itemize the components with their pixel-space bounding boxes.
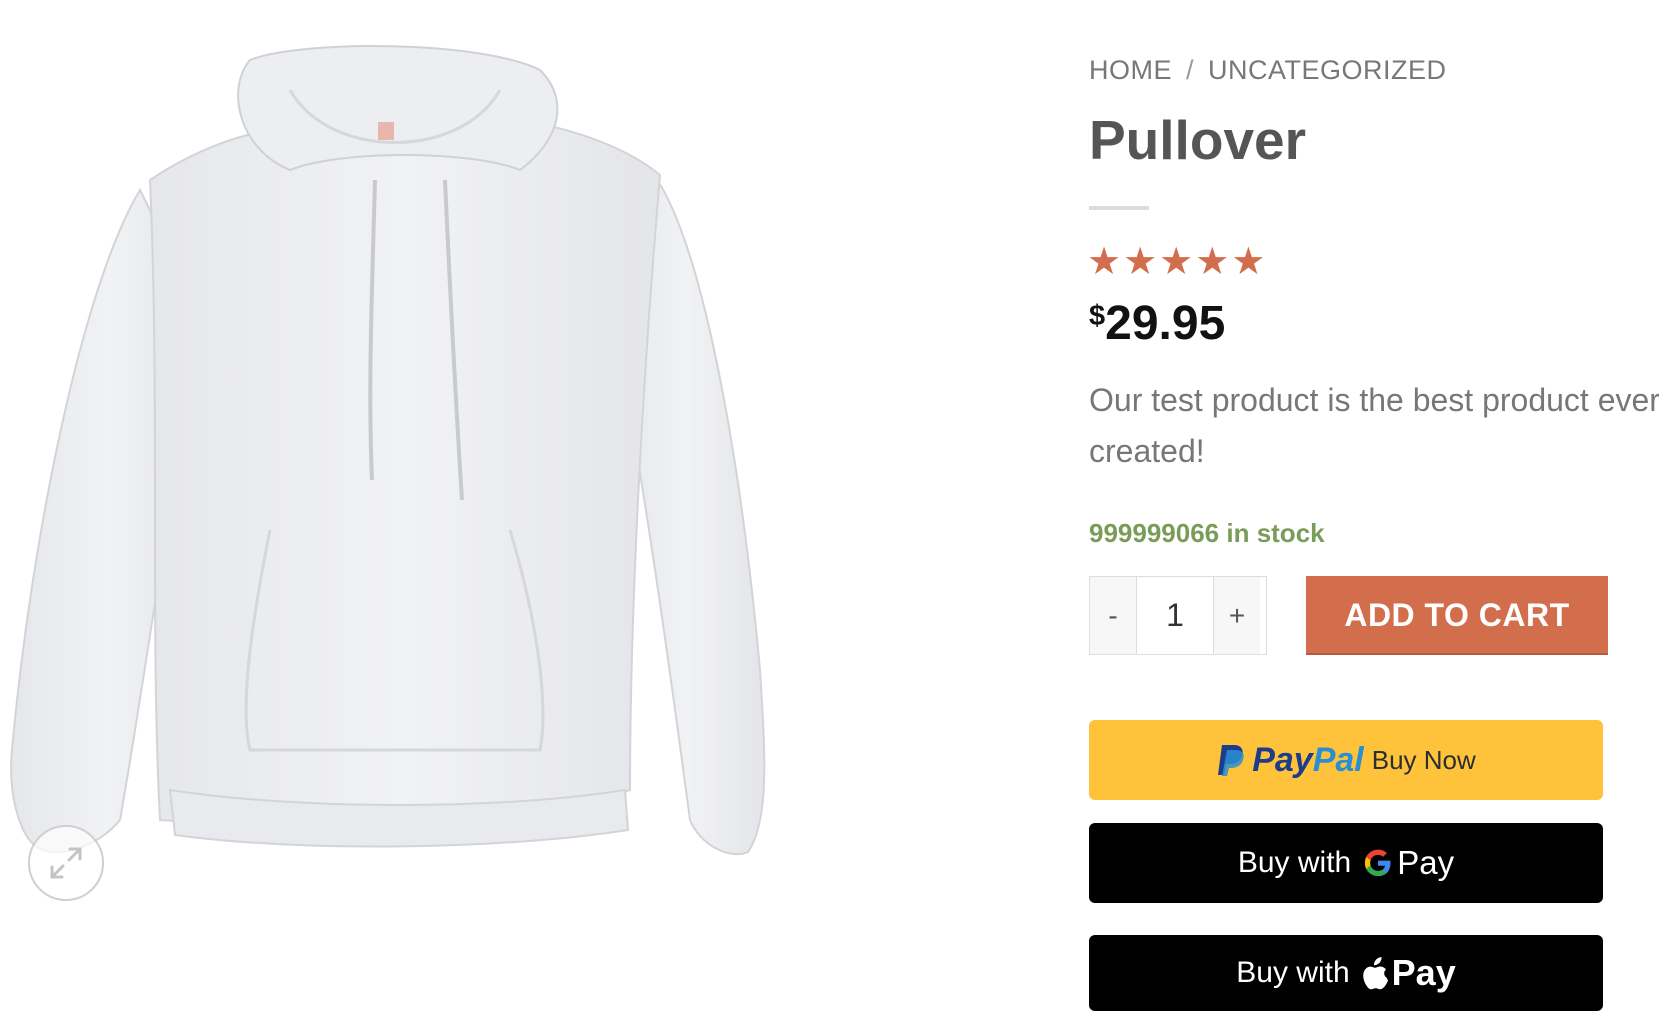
gpay-suffix: Pay <box>1397 844 1455 881</box>
star-icon: ★ <box>1087 241 1122 283</box>
paypal-word-pal: Pal <box>1312 740 1364 779</box>
product-image[interactable] <box>0 30 820 890</box>
quantity-minus-button[interactable]: - <box>1090 577 1136 654</box>
apple-pay-button[interactable]: Buy with Pay <box>1089 935 1603 1011</box>
paypal-buy-now-button[interactable]: PayPal Buy Now <box>1089 720 1603 800</box>
applepay-suffix: Pay <box>1391 952 1456 993</box>
apple-icon <box>1362 957 1388 990</box>
quantity-stepper: - + <box>1089 576 1267 655</box>
price-amount: 29.95 <box>1105 297 1226 350</box>
breadcrumb: HOME / UNCATEGORIZED <box>1089 55 1447 86</box>
product-price: $29.95 <box>1089 296 1225 351</box>
gpay-prefix: Buy with <box>1237 846 1352 879</box>
stock-suffix: in stock <box>1219 518 1325 548</box>
product-gallery <box>0 0 1000 1032</box>
add-to-cart-button[interactable]: ADD TO CART <box>1306 576 1608 655</box>
paypal-word-pay: Pay <box>1252 740 1313 779</box>
applepay-prefix: Buy with <box>1236 956 1350 989</box>
paypal-logo-icon <box>1218 745 1244 776</box>
star-icon: ★ <box>1159 241 1194 283</box>
star-rating[interactable]: ★ ★ ★ ★ ★ <box>1087 243 1265 281</box>
stock-status: 999999066 in stock <box>1089 518 1325 549</box>
breadcrumb-category-link[interactable]: UNCATEGORIZED <box>1208 55 1447 85</box>
title-divider <box>1089 206 1149 210</box>
stock-count: 999999066 <box>1089 518 1220 548</box>
expand-icon <box>50 847 82 879</box>
quantity-plus-button[interactable]: + <box>1214 577 1260 654</box>
breadcrumb-separator: / <box>1186 55 1195 85</box>
product-title: Pullover <box>1089 109 1307 171</box>
paypal-label: Buy Now <box>1371 744 1476 775</box>
star-icon: ★ <box>1123 241 1158 283</box>
quantity-input[interactable] <box>1136 577 1214 654</box>
star-icon: ★ <box>1231 241 1266 283</box>
star-icon: ★ <box>1195 241 1230 283</box>
zoom-button[interactable] <box>28 825 104 901</box>
price-currency: $ <box>1089 300 1106 332</box>
paypal-wordmark: PayPal <box>1252 741 1364 780</box>
breadcrumb-home-link[interactable]: HOME <box>1089 55 1172 85</box>
product-description: Our test product is the best product eve… <box>1089 382 1659 469</box>
google-g-icon <box>1365 849 1391 877</box>
google-pay-button[interactable]: Buy with Pay <box>1089 823 1603 903</box>
